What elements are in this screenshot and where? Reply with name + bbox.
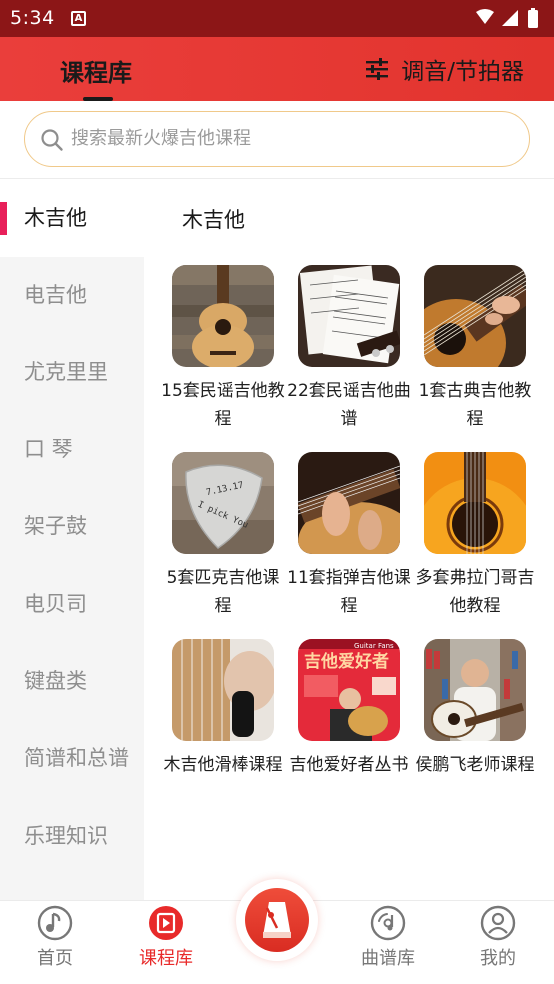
slide-guitar-thumbnail xyxy=(172,639,274,741)
search-icon xyxy=(41,129,63,151)
active-indicator xyxy=(0,202,7,235)
status-time: 5:34 xyxy=(10,7,55,29)
book-title: 吉他爱好者 xyxy=(304,651,389,672)
sidebar-item-keyboard[interactable]: 键盘类 xyxy=(0,643,144,720)
bottom-navigation: 首页 课程库 曲谱库 我的 xyxy=(0,879,554,984)
section-title: 木吉他 xyxy=(182,208,245,232)
sidebar-item-label: 尤克里里 xyxy=(24,360,108,384)
nav-course-library[interactable]: 课程库 xyxy=(116,905,216,970)
course-title: 吉他爱好者丛书 xyxy=(289,755,409,775)
sidebar-item-ukulele[interactable]: 尤克里里 xyxy=(0,334,144,411)
sidebar-item-music-theory[interactable]: 乐理知识 xyxy=(0,798,144,875)
fingerstyle-thumbnail xyxy=(298,452,400,554)
user-icon xyxy=(480,905,516,941)
sidebar-item-label: 木吉他 xyxy=(24,206,87,230)
book-badge: Guitar Fans xyxy=(354,642,394,650)
sheet-music-thumbnail xyxy=(298,265,400,367)
course-title: 5套匹克吉他课程 xyxy=(166,568,280,616)
tuner-metronome-button[interactable]: 调音/节拍器 xyxy=(365,54,524,85)
sliders-icon xyxy=(366,58,389,80)
signal-battery-icons xyxy=(476,8,538,28)
nav-label: 课程库 xyxy=(139,948,193,969)
play-book-icon xyxy=(149,906,183,940)
sidebar-item-acoustic-guitar[interactable]: 木吉他 xyxy=(0,180,144,257)
course-title: 11套指弹吉他课程 xyxy=(287,568,411,616)
category-sidebar: 木吉他 电吉他 尤克里里 口 琴 架子鼓 电贝司 键盘类 简谱和总谱 乐理知识 xyxy=(0,180,144,900)
app-header: 课程库 调音/节拍器 xyxy=(0,37,554,101)
nav-label: 我的 xyxy=(480,948,516,969)
course-title: 多套弗拉门哥吉他教程 xyxy=(415,568,535,616)
course-title: 15套民谣吉他教程 xyxy=(161,381,285,429)
page-title: 课程库 xyxy=(60,59,132,87)
search-input[interactable] xyxy=(71,112,511,165)
search-bar xyxy=(0,101,554,179)
course-grid-panel: 木吉他 15套民谣吉他教程 22套民谣吉他曲谱 1套古典吉他教程 7.13.17… xyxy=(144,180,554,900)
nav-profile[interactable]: 我的 xyxy=(448,905,548,970)
sidebar-item-notation-scores[interactable]: 简谱和总谱 xyxy=(0,720,144,797)
course-title: 木吉他滑棒课程 xyxy=(163,755,283,775)
sidebar-item-label: 电吉他 xyxy=(24,283,87,307)
folk-guitar-thumbnail xyxy=(172,265,274,367)
sidebar-item-label: 口 琴 xyxy=(24,437,73,461)
classical-guitar-thumbnail xyxy=(424,265,526,367)
course-title: 1套古典吉他教程 xyxy=(418,381,532,429)
metronome-icon xyxy=(263,902,291,938)
nav-home[interactable]: 首页 xyxy=(5,905,105,970)
sidebar-item-label: 键盘类 xyxy=(24,669,87,693)
sidebar-item-label: 电贝司 xyxy=(24,592,87,616)
search-box[interactable] xyxy=(24,111,530,167)
teacher-photo-thumbnail xyxy=(424,639,526,741)
sidebar-item-label: 简谱和总谱 xyxy=(24,746,129,770)
notification-icon: A xyxy=(71,11,86,26)
course-title: 侯鹏飞老师课程 xyxy=(415,755,535,775)
nav-metronome[interactable] xyxy=(236,879,318,961)
course-title: 22套民谣吉他曲谱 xyxy=(287,381,411,429)
sidebar-item-electric-guitar[interactable]: 电吉他 xyxy=(0,257,144,334)
nav-sheet-library[interactable]: 曲谱库 xyxy=(338,905,438,970)
guitar-pick-thumbnail: 7.13.17 I pick You xyxy=(172,452,274,554)
nav-label: 首页 xyxy=(37,948,73,969)
music-note-circle-icon xyxy=(37,905,73,941)
guitar-fans-book-thumbnail: Guitar Fans 吉他爱好者 xyxy=(298,639,400,741)
sidebar-item-label: 架子鼓 xyxy=(24,514,87,538)
sidebar-item-label: 乐理知识 xyxy=(24,824,108,848)
tuner-label: 调音/节拍器 xyxy=(401,59,524,85)
sidebar-item-harmonica[interactable]: 口 琴 xyxy=(0,411,144,488)
sidebar-item-electric-bass[interactable]: 电贝司 xyxy=(0,566,144,643)
status-bar: 5:34 A xyxy=(0,0,554,37)
metronome-button xyxy=(245,888,309,952)
nav-label: 曲谱库 xyxy=(361,948,415,969)
sidebar-item-drums[interactable]: 架子鼓 xyxy=(0,488,144,565)
vinyl-disc-icon xyxy=(370,905,406,941)
flamenco-guitar-thumbnail xyxy=(424,452,526,554)
